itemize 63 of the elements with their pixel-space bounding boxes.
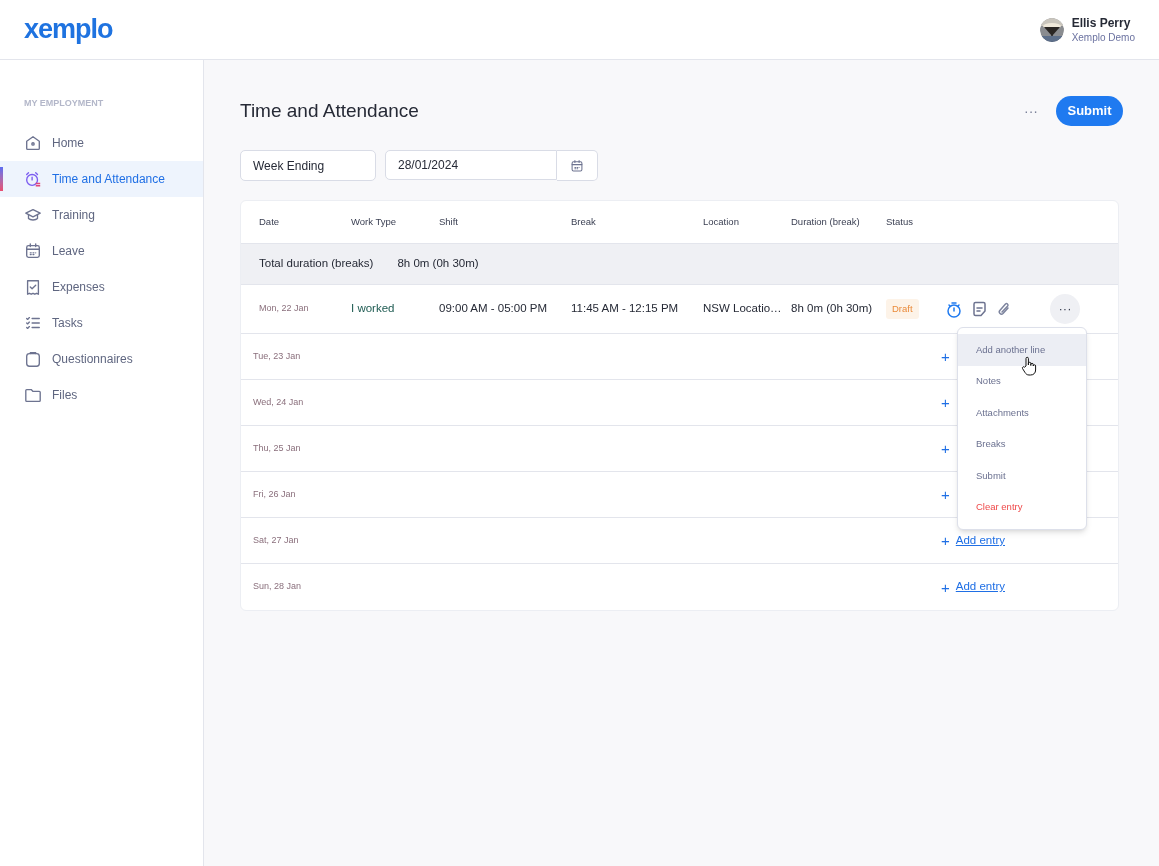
sidebar-item[interactable]: Tasks xyxy=(0,304,203,341)
sidebar-item[interactable]: Questionnaires xyxy=(0,340,203,377)
menu-item[interactable]: Breaks xyxy=(958,428,1086,460)
add-entry-link[interactable]: + Add entry xyxy=(941,578,1005,596)
menu-item[interactable]: Clear entry xyxy=(958,491,1086,523)
status-badge: Draft xyxy=(886,298,919,320)
location-cell-text: NSW Locatio… xyxy=(703,301,783,317)
column-header: Status xyxy=(886,214,914,229)
date-cell-text: Fri, 26 Jan xyxy=(253,487,297,501)
date-cell-text: Mon, 22 Jan xyxy=(259,302,310,316)
company-name: Xemplo Demo xyxy=(1071,30,1135,45)
hand-cursor-icon xyxy=(1021,356,1037,376)
stopwatch-icon[interactable] xyxy=(946,300,962,318)
date-cell-text: Sun, 28 Jan xyxy=(253,580,303,594)
date-cell-text: Sat, 27 Jan xyxy=(253,533,300,547)
receipt-icon xyxy=(24,277,42,296)
column-header: Duration (break) xyxy=(791,214,861,229)
sidebar-item[interactable]: Files xyxy=(0,376,203,413)
sidebar-item[interactable]: Home xyxy=(0,124,203,161)
date-field[interactable]: 28/01/2024 xyxy=(385,150,557,180)
add-entry-link[interactable]: + Add entry xyxy=(941,531,1005,550)
date-cell-text: Tue, 23 Jan xyxy=(253,349,302,363)
home-icon xyxy=(24,133,42,152)
page-title: Time and Attendance xyxy=(240,98,419,123)
sidebar-item[interactable]: Expenses xyxy=(0,268,203,305)
sidebar-item[interactable]: Leave xyxy=(0,232,203,269)
clock-icon xyxy=(24,169,42,188)
column-header: Break xyxy=(571,214,597,229)
calendar-icon xyxy=(570,158,584,173)
column-header: Shift xyxy=(439,214,459,229)
calendar-icon xyxy=(24,241,42,260)
column-header: Location xyxy=(703,214,740,229)
total-value: 8h 0m (0h 30m) xyxy=(397,256,479,272)
shift-cell-text: 09:00 AM - 05:00 PM xyxy=(439,301,549,317)
total-label: Total duration (breaks) xyxy=(259,256,374,272)
period-select[interactable]: Week Ending xyxy=(240,150,376,181)
duration-cell-text: 8h 0m (0h 30m) xyxy=(791,301,874,317)
user-name: Ellis Perry xyxy=(1071,14,1132,31)
sidebar-item[interactable]: Training xyxy=(0,196,203,233)
add-entry-link[interactable]: + xyxy=(941,349,950,364)
add-entry-link[interactable]: + xyxy=(941,395,950,410)
more-button[interactable]: ··· xyxy=(1020,100,1042,122)
work-type-cell-text: I worked xyxy=(351,301,396,317)
menu-item[interactable]: Submit xyxy=(958,460,1086,492)
menu-item[interactable]: Add another line xyxy=(958,334,1086,366)
add-entry-link[interactable]: + xyxy=(941,487,950,502)
sidebar-item[interactable]: Time and Attendance xyxy=(0,160,203,197)
menu-item[interactable]: Notes xyxy=(958,365,1086,397)
section-heading: MY EMPLOYMENT xyxy=(23,97,105,110)
calendar-button[interactable] xyxy=(557,150,598,181)
date-cell-text: Thu, 25 Jan xyxy=(253,441,302,455)
add-entry-link[interactable]: + xyxy=(941,441,950,456)
paperclip-icon[interactable] xyxy=(997,301,1011,317)
submit-button[interactable]: Submit xyxy=(1056,96,1123,126)
row-menu-button[interactable]: ··· xyxy=(1050,294,1080,324)
date-cell-text: Wed, 24 Jan xyxy=(253,395,305,409)
logo: xemplo xyxy=(24,16,113,43)
clipboard-icon xyxy=(24,349,42,368)
break-cell-text: 11:45 AM - 12:15 PM xyxy=(571,301,680,317)
menu-item[interactable]: Attachments xyxy=(958,397,1086,429)
column-header: Date xyxy=(259,214,281,229)
note-icon[interactable] xyxy=(972,301,987,317)
column-header: Work Type xyxy=(351,214,398,229)
